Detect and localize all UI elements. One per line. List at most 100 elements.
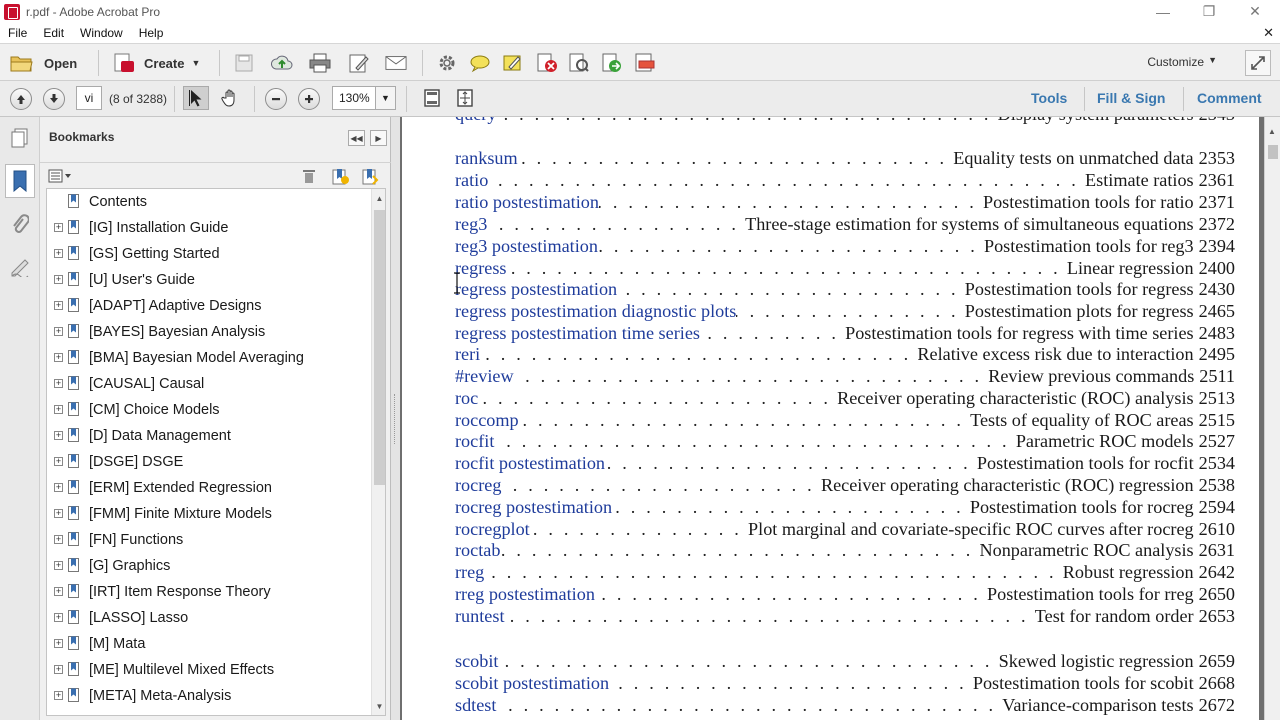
toc-entry[interactable]: #review. . . . . . . . . . . . . . . . .…: [455, 365, 1235, 387]
toc-entry[interactable]: regress postestimation. . . . . . . . . …: [455, 278, 1235, 300]
toc-entry[interactable]: scobit. . . . . . . . . . . . . . . . . …: [455, 650, 1235, 672]
expand-icon[interactable]: +: [54, 353, 63, 362]
upload-cloud-icon[interactable]: [271, 53, 293, 73]
expand-icon[interactable]: +: [54, 509, 63, 518]
toc-command-link[interactable]: rocreg: [455, 474, 501, 496]
scrollbar-thumb[interactable]: [1268, 145, 1278, 159]
export-icon[interactable]: [601, 53, 623, 73]
bookmark-item[interactable]: + [CM] Choice Models: [47, 397, 369, 423]
toc-command-link[interactable]: rocregplot: [455, 518, 530, 540]
toc-entry[interactable]: regress. . . . . . . . . . . . . . . . .…: [455, 257, 1235, 279]
expand-icon[interactable]: +: [54, 665, 63, 674]
toc-command-link[interactable]: regress: [455, 257, 507, 279]
chevron-down-icon[interactable]: ▼: [1208, 55, 1217, 65]
page-thumbnails-icon[interactable]: [8, 126, 32, 150]
bookmark-item[interactable]: + [IG] Installation Guide: [47, 215, 369, 241]
fullscreen-icon[interactable]: [1245, 50, 1271, 76]
toc-entry[interactable]: rocreg postestimation. . . . . . . . . .…: [455, 496, 1235, 518]
expand-icon[interactable]: +: [54, 639, 63, 648]
bookmark-item[interactable]: + [M] Mata: [47, 631, 369, 657]
toc-command-link[interactable]: regress postestimation diagnostic plots: [455, 300, 736, 322]
menu-edit[interactable]: Edit: [35, 26, 72, 40]
toc-entry[interactable]: rreg. . . . . . . . . . . . . . . . . . …: [455, 561, 1235, 583]
toc-command-link[interactable]: roc: [455, 387, 478, 409]
attachments-icon[interactable]: [8, 213, 32, 237]
toc-entry[interactable]: scobit postestimation. . . . . . . . . .…: [455, 672, 1235, 694]
expand-icon[interactable]: +: [54, 457, 63, 466]
toc-entry[interactable]: rocreg. . . . . . . . . . . . . . . . . …: [455, 474, 1235, 496]
toc-command-link[interactable]: reg3: [455, 213, 487, 235]
tab-comment[interactable]: Comment: [1197, 90, 1262, 106]
toc-entry[interactable]: query. . . . . . . . . . . . . . . . . .…: [455, 117, 1235, 125]
toc-entry[interactable]: roc. . . . . . . . . . . . . . . . . . .…: [455, 387, 1235, 409]
toc-entry[interactable]: ratio postestimation. . . . . . . . . . …: [455, 191, 1235, 213]
toc-command-link[interactable]: rreg: [455, 561, 484, 583]
toc-command-link[interactable]: roccomp: [455, 409, 519, 431]
toc-entry[interactable]: rreg postestimation. . . . . . . . . . .…: [455, 583, 1235, 605]
minimize-icon[interactable]: —: [1140, 0, 1186, 23]
menu-window[interactable]: Window: [72, 26, 131, 40]
new-bookmark-icon[interactable]: [331, 168, 349, 188]
scroll-up-icon[interactable]: ▲: [372, 191, 385, 205]
toc-entry[interactable]: runtest. . . . . . . . . . . . . . . . .…: [455, 605, 1235, 627]
toc-entry[interactable]: rocregplot. . . . . . . . . . . . . . . …: [455, 518, 1235, 540]
scrollbar-thumb[interactable]: [374, 210, 385, 485]
tab-fill-sign[interactable]: Fill & Sign: [1097, 90, 1165, 106]
select-tool-icon[interactable]: [183, 86, 209, 110]
expand-icon[interactable]: +: [54, 431, 63, 440]
signatures-icon[interactable]: [8, 255, 32, 279]
expand-icon[interactable]: +: [54, 275, 63, 284]
redact-icon[interactable]: [536, 53, 558, 73]
bookmark-item[interactable]: + [FN] Functions: [47, 527, 369, 553]
toc-command-link[interactable]: roctab: [455, 539, 500, 561]
document-scrollbar[interactable]: ▲: [1264, 117, 1280, 720]
bookmark-item[interactable]: + [G] Graphics: [47, 553, 369, 579]
toc-entry[interactable]: rocfit. . . . . . . . . . . . . . . . . …: [455, 430, 1235, 452]
toc-command-link[interactable]: ratio: [455, 169, 488, 191]
email-icon[interactable]: [385, 53, 407, 73]
toc-command-link[interactable]: reg3 postestimation: [455, 235, 598, 257]
toc-command-link[interactable]: runtest: [455, 605, 505, 627]
bookmark-item[interactable]: + [IRT] Item Response Theory: [47, 579, 369, 605]
expand-icon[interactable]: +: [54, 561, 63, 570]
panel-splitter[interactable]: [391, 117, 400, 720]
expand-icon[interactable]: +: [54, 587, 63, 596]
bookmarks-scrollbar[interactable]: ▲ ▼: [371, 189, 385, 715]
page-number-input[interactable]: vi: [76, 86, 102, 110]
toc-command-link[interactable]: scobit: [455, 650, 498, 672]
expand-icon[interactable]: +: [54, 483, 63, 492]
toc-command-link[interactable]: sdtest: [455, 694, 496, 716]
bookmarks-panel-icon[interactable]: [5, 164, 35, 198]
bookmark-item[interactable]: + [ERM] Extended Regression: [47, 475, 369, 501]
splitter-grip[interactable]: [394, 394, 396, 444]
menu-help[interactable]: Help: [131, 26, 172, 40]
protect-icon[interactable]: [568, 53, 590, 73]
toc-entry[interactable]: regress postestimation time series. . . …: [455, 322, 1235, 344]
customize-label[interactable]: Customize: [1147, 55, 1204, 69]
toc-command-link[interactable]: query: [455, 117, 496, 125]
toc-entry[interactable]: reg3. . . . . . . . . . . . . . . . . . …: [455, 213, 1235, 235]
toc-command-link[interactable]: regress postestimation time series: [455, 322, 700, 344]
toc-command-link[interactable]: rreg postestimation: [455, 583, 595, 605]
zoom-dropdown-icon[interactable]: ▼: [376, 86, 396, 110]
next-page-icon[interactable]: [43, 88, 65, 110]
toc-entry[interactable]: rocfit postestimation. . . . . . . . . .…: [455, 452, 1235, 474]
toc-entry[interactable]: reri. . . . . . . . . . . . . . . . . . …: [455, 343, 1235, 365]
expand-icon[interactable]: +: [54, 223, 63, 232]
expand-icon[interactable]: +: [54, 613, 63, 622]
options-menu-icon[interactable]: [48, 168, 72, 184]
bookmark-item[interactable]: Contents: [47, 189, 369, 215]
bookmark-item[interactable]: + [BMA] Bayesian Model Averaging: [47, 345, 369, 371]
zoom-in-icon[interactable]: [298, 88, 320, 110]
bookmark-item[interactable]: + [GS] Getting Started: [47, 241, 369, 267]
toc-command-link[interactable]: ranksum: [455, 147, 518, 169]
expand-icon[interactable]: +: [54, 379, 63, 388]
collapse-panel-icon[interactable]: ◀◀: [348, 130, 365, 146]
expand-icon[interactable]: +: [54, 249, 63, 258]
toc-entry[interactable]: roctab. . . . . . . . . . . . . . . . . …: [455, 539, 1235, 561]
bookmark-item[interactable]: + [LASSO] Lasso: [47, 605, 369, 631]
expand-icon[interactable]: +: [54, 301, 63, 310]
menu-file[interactable]: File: [0, 26, 35, 40]
toc-entry[interactable]: ratio. . . . . . . . . . . . . . . . . .…: [455, 169, 1235, 191]
create-button[interactable]: Create ▼: [112, 51, 200, 75]
